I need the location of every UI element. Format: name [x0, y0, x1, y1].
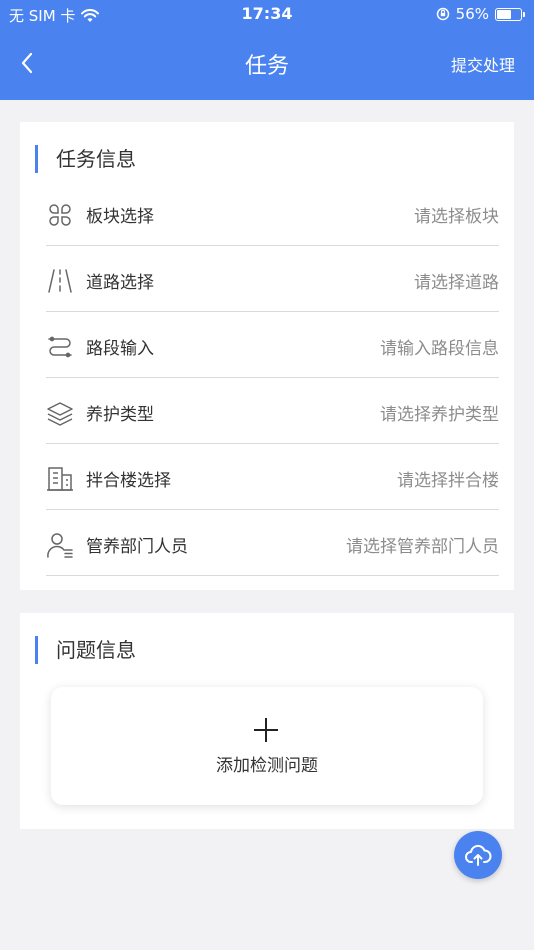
- row-placeholder: 请选择拌合楼: [397, 471, 499, 491]
- task-section-title: 任务信息: [35, 145, 136, 173]
- plus-icon: [254, 718, 278, 742]
- row-label: 拌合楼选择: [86, 471, 171, 491]
- row-placeholder: 请选择板块: [414, 207, 499, 227]
- row-label: 板块选择: [86, 207, 154, 227]
- person-list-icon: [47, 533, 73, 558]
- grid-icon: [49, 204, 71, 226]
- row-placeholder: 请选择养护类型: [380, 405, 499, 425]
- task-row-block[interactable]: 板块选择 请选择板块: [46, 180, 499, 246]
- battery-icon: [495, 7, 525, 21]
- row-label: 养护类型: [86, 405, 154, 425]
- task-row-road[interactable]: 道路选择 请选择道路: [46, 246, 499, 312]
- row-label: 管养部门人员: [86, 537, 188, 557]
- issue-section-title: 问题信息: [35, 636, 136, 664]
- road-icon: [48, 269, 72, 293]
- submit-button[interactable]: 提交处理: [451, 52, 515, 76]
- add-issue-button[interactable]: 添加检测问题: [51, 687, 483, 805]
- row-placeholder: 请选择管养部门人员: [346, 537, 499, 557]
- route-icon: [48, 336, 72, 358]
- row-placeholder: 请选择道路: [414, 273, 499, 293]
- task-row-section[interactable]: 路段输入 请输入路段信息: [46, 312, 499, 378]
- row-placeholder: 请输入路段信息: [380, 339, 499, 359]
- row-label: 道路选择: [86, 273, 154, 293]
- task-row-mixing-station[interactable]: 拌合楼选择 请选择拌合楼: [46, 444, 499, 510]
- status-bar: 无 SIM 卡 17:34 56%: [0, 0, 534, 28]
- task-info-card: 任务信息 板块选择 请选择板块 道路选择 请选择道路 路段输入 请输入路段信息 …: [20, 122, 514, 590]
- battery-percent: 56%: [455, 5, 489, 23]
- layers-icon: [47, 402, 73, 426]
- cloud-upload-icon: [465, 844, 492, 866]
- orientation-lock-icon: [436, 7, 449, 21]
- issue-info-card: 问题信息 添加检测问题: [20, 613, 514, 829]
- task-row-staff[interactable]: 管养部门人员 请选择管养部门人员: [46, 510, 499, 576]
- app-header: 无 SIM 卡 17:34 56% 任务 提交处理: [0, 0, 534, 100]
- add-issue-label: 添加检测问题: [216, 756, 318, 776]
- upload-fab-button[interactable]: [454, 831, 502, 879]
- building-icon: [47, 467, 73, 491]
- battery-level: [497, 9, 511, 19]
- row-label: 路段输入: [86, 339, 154, 359]
- task-row-maintenance-type[interactable]: 养护类型 请选择养护类型: [46, 378, 499, 444]
